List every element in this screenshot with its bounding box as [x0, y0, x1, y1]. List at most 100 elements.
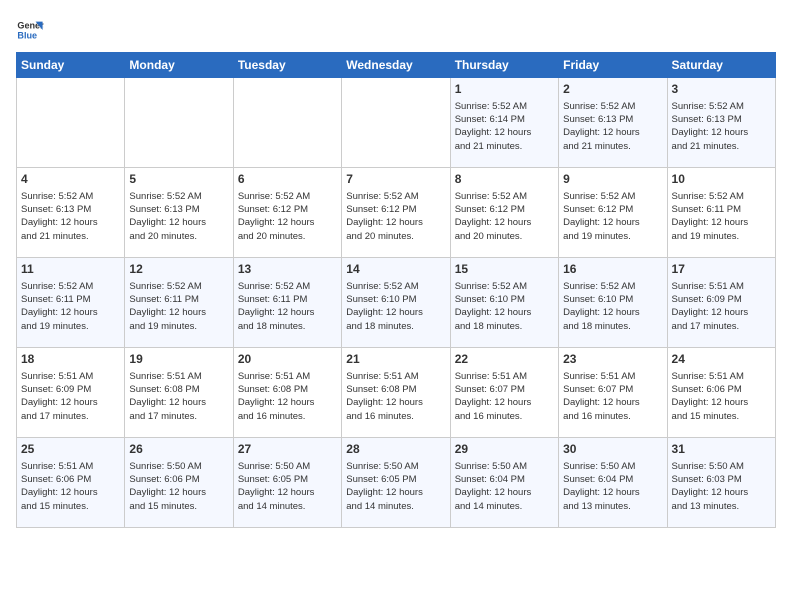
day-info: Sunrise: 5:51 AM Sunset: 6:06 PM Dayligh…	[672, 370, 771, 423]
week-row-5: 25 Sunrise: 5:51 AM Sunset: 6:06 PM Dayli…	[17, 438, 776, 528]
day-info: Sunrise: 5:52 AM Sunset: 6:12 PM Dayligh…	[346, 190, 445, 243]
day-cell: 25 Sunrise: 5:51 AM Sunset: 6:06 PM Dayli…	[17, 438, 125, 528]
day-info: Sunrise: 5:51 AM Sunset: 6:09 PM Dayligh…	[672, 280, 771, 333]
day-info: Sunrise: 5:51 AM Sunset: 6:07 PM Dayligh…	[563, 370, 662, 423]
day-cell: 30 Sunrise: 5:50 AM Sunset: 6:04 PM Dayli…	[559, 438, 667, 528]
svg-text:Blue: Blue	[17, 30, 37, 40]
col-header-wednesday: Wednesday	[342, 53, 450, 78]
day-cell: 10 Sunrise: 5:52 AM Sunset: 6:11 PM Dayli…	[667, 168, 775, 258]
day-number: 1	[455, 81, 554, 98]
day-number: 20	[238, 351, 337, 368]
day-number: 31	[672, 441, 771, 458]
day-info: Sunrise: 5:52 AM Sunset: 6:10 PM Dayligh…	[346, 280, 445, 333]
day-number: 17	[672, 261, 771, 278]
day-cell: 24 Sunrise: 5:51 AM Sunset: 6:06 PM Dayli…	[667, 348, 775, 438]
day-number: 25	[21, 441, 120, 458]
day-number: 27	[238, 441, 337, 458]
day-cell: 16 Sunrise: 5:52 AM Sunset: 6:10 PM Dayli…	[559, 258, 667, 348]
day-info: Sunrise: 5:50 AM Sunset: 6:03 PM Dayligh…	[672, 460, 771, 513]
day-cell: 27 Sunrise: 5:50 AM Sunset: 6:05 PM Dayli…	[233, 438, 341, 528]
header-row: SundayMondayTuesdayWednesdayThursdayFrid…	[17, 53, 776, 78]
day-cell: 6 Sunrise: 5:52 AM Sunset: 6:12 PM Daylig…	[233, 168, 341, 258]
col-header-sunday: Sunday	[17, 53, 125, 78]
day-number: 16	[563, 261, 662, 278]
day-number: 10	[672, 171, 771, 188]
col-header-monday: Monday	[125, 53, 233, 78]
day-number: 26	[129, 441, 228, 458]
day-cell: 19 Sunrise: 5:51 AM Sunset: 6:08 PM Dayli…	[125, 348, 233, 438]
day-info: Sunrise: 5:51 AM Sunset: 6:08 PM Dayligh…	[238, 370, 337, 423]
day-number: 2	[563, 81, 662, 98]
day-cell: 21Sunrise: 5:51 AM Sunset: 6:08 PM Dayli…	[342, 348, 450, 438]
day-number: 9	[563, 171, 662, 188]
day-number: 3	[672, 81, 771, 98]
day-number: 12	[129, 261, 228, 278]
day-info: Sunrise: 5:52 AM Sunset: 6:12 PM Dayligh…	[563, 190, 662, 243]
day-cell: 11 Sunrise: 5:52 AM Sunset: 6:11 PM Dayli…	[17, 258, 125, 348]
day-cell: 18Sunrise: 5:51 AM Sunset: 6:09 PM Dayli…	[17, 348, 125, 438]
week-row-4: 18Sunrise: 5:51 AM Sunset: 6:09 PM Dayli…	[17, 348, 776, 438]
logo: General Blue	[16, 16, 44, 44]
week-row-2: 4 Sunrise: 5:52 AM Sunset: 6:13 PM Daylig…	[17, 168, 776, 258]
day-number: 11	[21, 261, 120, 278]
day-cell: 2 Sunrise: 5:52 AM Sunset: 6:13 PM Daylig…	[559, 78, 667, 168]
day-cell: 5 Sunrise: 5:52 AM Sunset: 6:13 PM Daylig…	[125, 168, 233, 258]
day-number: 21	[346, 351, 445, 368]
day-info: Sunrise: 5:51 AM Sunset: 6:06 PM Dayligh…	[21, 460, 120, 513]
day-info: Sunrise: 5:51 AM Sunset: 6:09 PM Dayligh…	[21, 370, 120, 423]
day-cell: 22Sunrise: 5:51 AM Sunset: 6:07 PM Dayli…	[450, 348, 558, 438]
day-cell: 29 Sunrise: 5:50 AM Sunset: 6:04 PM Dayli…	[450, 438, 558, 528]
day-info: Sunrise: 5:52 AM Sunset: 6:11 PM Dayligh…	[21, 280, 120, 333]
day-number: 8	[455, 171, 554, 188]
day-info: Sunrise: 5:52 AM Sunset: 6:13 PM Dayligh…	[129, 190, 228, 243]
day-cell: 1Sunrise: 5:52 AM Sunset: 6:14 PM Daylig…	[450, 78, 558, 168]
day-cell: 17 Sunrise: 5:51 AM Sunset: 6:09 PM Dayli…	[667, 258, 775, 348]
day-number: 5	[129, 171, 228, 188]
logo-icon: General Blue	[16, 16, 44, 44]
calendar-table: SundayMondayTuesdayWednesdayThursdayFrid…	[16, 52, 776, 528]
day-info: Sunrise: 5:52 AM Sunset: 6:10 PM Dayligh…	[563, 280, 662, 333]
day-number: 24	[672, 351, 771, 368]
day-number: 22	[455, 351, 554, 368]
day-cell: 14 Sunrise: 5:52 AM Sunset: 6:10 PM Dayli…	[342, 258, 450, 348]
day-info: Sunrise: 5:51 AM Sunset: 6:08 PM Dayligh…	[129, 370, 228, 423]
day-cell: 3Sunrise: 5:52 AM Sunset: 6:13 PM Daylig…	[667, 78, 775, 168]
day-number: 7	[346, 171, 445, 188]
day-info: Sunrise: 5:50 AM Sunset: 6:05 PM Dayligh…	[238, 460, 337, 513]
day-cell	[125, 78, 233, 168]
day-cell	[17, 78, 125, 168]
day-cell: 13 Sunrise: 5:52 AM Sunset: 6:11 PM Dayli…	[233, 258, 341, 348]
day-info: Sunrise: 5:52 AM Sunset: 6:13 PM Dayligh…	[563, 100, 662, 153]
week-row-1: 1Sunrise: 5:52 AM Sunset: 6:14 PM Daylig…	[17, 78, 776, 168]
day-cell: 31 Sunrise: 5:50 AM Sunset: 6:03 PM Dayli…	[667, 438, 775, 528]
day-number: 13	[238, 261, 337, 278]
col-header-thursday: Thursday	[450, 53, 558, 78]
day-number: 14	[346, 261, 445, 278]
day-number: 23	[563, 351, 662, 368]
day-number: 4	[21, 171, 120, 188]
day-cell	[342, 78, 450, 168]
day-cell: 9 Sunrise: 5:52 AM Sunset: 6:12 PM Daylig…	[559, 168, 667, 258]
day-cell: 20 Sunrise: 5:51 AM Sunset: 6:08 PM Dayli…	[233, 348, 341, 438]
day-info: Sunrise: 5:50 AM Sunset: 6:04 PM Dayligh…	[563, 460, 662, 513]
day-cell: 4Sunrise: 5:52 AM Sunset: 6:13 PM Daylig…	[17, 168, 125, 258]
day-number: 6	[238, 171, 337, 188]
day-cell: 28 Sunrise: 5:50 AM Sunset: 6:05 PM Dayli…	[342, 438, 450, 528]
day-number: 28	[346, 441, 445, 458]
day-info: Sunrise: 5:52 AM Sunset: 6:11 PM Dayligh…	[238, 280, 337, 333]
page-header: General Blue	[16, 16, 776, 44]
day-info: Sunrise: 5:50 AM Sunset: 6:04 PM Dayligh…	[455, 460, 554, 513]
col-header-saturday: Saturday	[667, 53, 775, 78]
day-cell: 23 Sunrise: 5:51 AM Sunset: 6:07 PM Dayli…	[559, 348, 667, 438]
col-header-friday: Friday	[559, 53, 667, 78]
week-row-3: 11 Sunrise: 5:52 AM Sunset: 6:11 PM Dayli…	[17, 258, 776, 348]
day-cell: 12Sunrise: 5:52 AM Sunset: 6:11 PM Dayli…	[125, 258, 233, 348]
day-number: 30	[563, 441, 662, 458]
day-number: 29	[455, 441, 554, 458]
col-header-tuesday: Tuesday	[233, 53, 341, 78]
day-info: Sunrise: 5:50 AM Sunset: 6:05 PM Dayligh…	[346, 460, 445, 513]
day-info: Sunrise: 5:52 AM Sunset: 6:12 PM Dayligh…	[238, 190, 337, 243]
day-info: Sunrise: 5:52 AM Sunset: 6:11 PM Dayligh…	[672, 190, 771, 243]
day-cell: 15Sunrise: 5:52 AM Sunset: 6:10 PM Dayli…	[450, 258, 558, 348]
day-number: 19	[129, 351, 228, 368]
